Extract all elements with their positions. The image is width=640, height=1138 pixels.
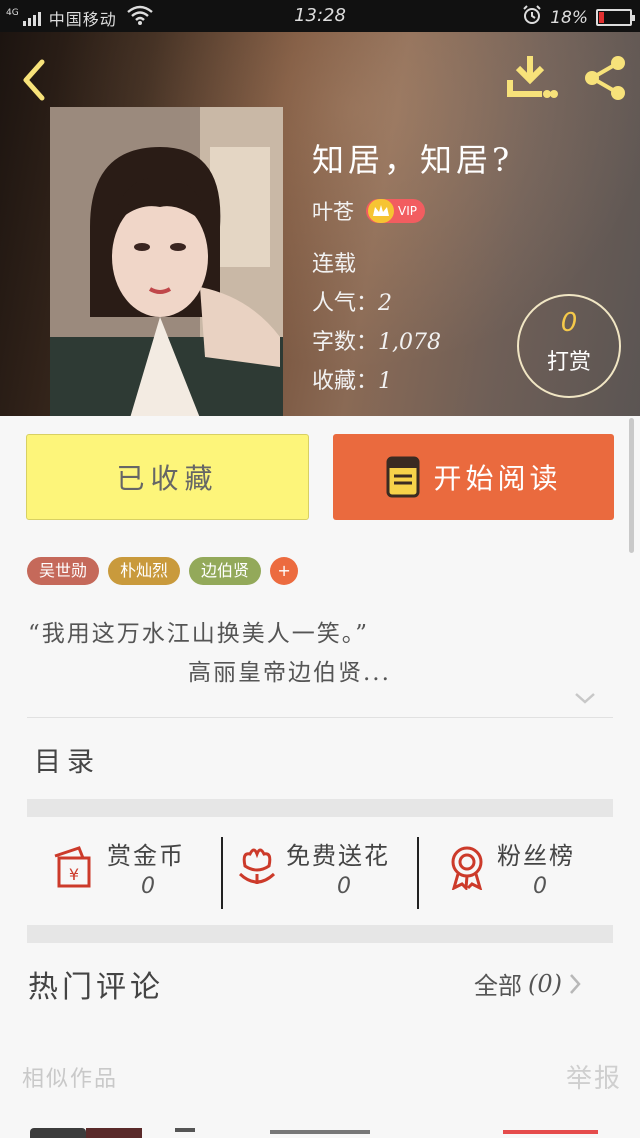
hot-comments-heading: 热门评论	[28, 970, 164, 1005]
all-comments-count: (0)	[528, 969, 562, 998]
share-button[interactable]	[580, 54, 630, 102]
similar-work-text	[175, 1128, 195, 1132]
word-count-label: 字数：	[312, 330, 379, 355]
book-icon	[386, 456, 420, 498]
word-count-value: 1,078	[378, 330, 441, 355]
free-flower-stat[interactable]: 免费送花 0	[224, 832, 417, 912]
all-comments-link[interactable]: 全部 (0)	[474, 966, 582, 1001]
section-band	[27, 799, 613, 817]
favorites-value: 1	[378, 369, 393, 394]
add-tag-button[interactable]: +	[270, 557, 299, 585]
fans-ranking-label: 粉丝榜	[497, 842, 575, 870]
flower-icon	[238, 848, 276, 884]
fans-ranking-stat[interactable]: 粉丝榜 0	[419, 832, 613, 912]
table-of-contents-heading[interactable]: 目录	[34, 740, 100, 779]
stats-row: ¥ 赏金币 0 免费送花 0 粉丝榜 0	[27, 832, 613, 912]
divider	[27, 717, 613, 718]
tag-item[interactable]: 吴世勋	[27, 557, 100, 585]
alarm-icon	[522, 5, 542, 30]
report-button[interactable]: 举报	[566, 1058, 622, 1095]
stat-separator	[221, 837, 223, 909]
section-band	[27, 925, 613, 943]
popularity-value: 2	[378, 291, 393, 316]
book-title: 知居，知居?	[312, 141, 514, 179]
favorites-line: 收藏：1	[312, 363, 392, 395]
similar-work-thumbnail[interactable]	[30, 1128, 86, 1138]
medal-icon	[451, 846, 483, 890]
chevron-right-icon	[570, 973, 581, 994]
similar-work-thumbnail[interactable]	[86, 1128, 142, 1138]
book-cover-image[interactable]	[50, 107, 283, 416]
word-count-line: 字数：1,078	[312, 324, 441, 356]
similar-works-list	[0, 1126, 640, 1138]
back-button[interactable]	[14, 54, 58, 102]
reward-count: 0	[560, 308, 578, 338]
battery-icon	[596, 9, 635, 26]
serial-status: 连载	[312, 252, 357, 277]
battery-percent: 18%	[550, 7, 588, 28]
crown-icon	[368, 199, 394, 223]
svg-text:¥: ¥	[69, 865, 79, 884]
tag-list: 吴世勋 朴灿烈 边伯贤 +	[27, 557, 299, 585]
similar-works-heading: 相似作品	[22, 1067, 119, 1092]
tag-item[interactable]: 边伯贤	[189, 557, 262, 585]
scrollbar[interactable]	[629, 418, 634, 553]
coin-reward-label: 赏金币	[107, 842, 185, 870]
fans-ranking-value: 0	[533, 874, 547, 899]
start-reading-button[interactable]: 开始阅读	[333, 434, 614, 520]
share-icon	[585, 56, 625, 100]
download-icon	[507, 56, 558, 98]
reward-label: 打赏	[546, 350, 591, 375]
chevron-down-icon	[575, 693, 595, 704]
all-comments-label: 全部	[474, 972, 522, 1000]
intro-line-1: “我用这万水江山换美人一笑。”	[28, 621, 370, 647]
book-header: 知居，知居? 叶苍 VIP 连载 人气：2 字数：1,078 收藏：1 0 打赏	[0, 32, 640, 416]
start-reading-label: 开始阅读	[433, 462, 562, 495]
red-envelope-icon: ¥	[54, 846, 91, 888]
tag-item[interactable]: 朴灿烈	[108, 557, 181, 585]
coin-reward-value: 0	[141, 874, 155, 899]
reward-button[interactable]: 0 打赏	[517, 294, 621, 398]
similar-work-text	[270, 1130, 370, 1134]
collected-button[interactable]: 已收藏	[26, 434, 309, 520]
status-bar: 4G 中国移动 13:28 18%	[0, 0, 640, 32]
popularity-label: 人气：	[312, 291, 379, 316]
intro-line-2: 高丽皇帝边伯贤...	[188, 660, 391, 686]
vip-badge: VIP	[366, 199, 425, 223]
download-button[interactable]	[506, 54, 558, 102]
coin-reward-stat[interactable]: ¥ 赏金币 0	[27, 832, 222, 912]
author-row: 叶苍 VIP	[312, 196, 425, 226]
similar-work-text	[503, 1130, 598, 1134]
free-flower-label: 免费送花	[286, 842, 390, 870]
expand-intro-button[interactable]	[573, 690, 597, 706]
popularity-line: 人气：2	[312, 285, 392, 317]
free-flower-value: 0	[337, 874, 351, 899]
favorites-label: 收藏：	[312, 369, 379, 394]
vip-label: VIP	[398, 204, 417, 218]
author-name[interactable]: 叶苍	[312, 196, 354, 226]
back-chevron-icon	[23, 59, 45, 101]
